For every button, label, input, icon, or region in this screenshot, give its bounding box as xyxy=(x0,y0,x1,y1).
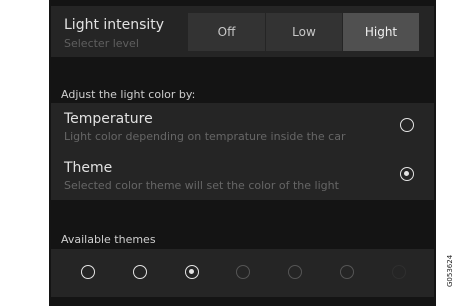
color-section-heading: Adjust the light color by: xyxy=(61,88,196,101)
themes-card xyxy=(51,249,434,297)
intensity-low-button[interactable]: Low xyxy=(266,13,342,51)
light-intensity-subtitle: Selecter level xyxy=(64,37,139,50)
image-code: G053624 xyxy=(446,254,454,288)
theme-option[interactable]: Theme Selected color theme will set the … xyxy=(51,152,434,200)
theme-radio[interactable] xyxy=(400,167,414,181)
temperature-option-title: Temperature xyxy=(64,111,153,127)
color-mode-card: Temperature Light color depending on tem… xyxy=(51,103,434,200)
theme-radio-5[interactable] xyxy=(288,265,302,279)
intensity-hight-button[interactable]: Hight xyxy=(343,13,419,51)
theme-radio-7[interactable] xyxy=(392,265,406,279)
themes-heading: Available themes xyxy=(61,233,156,246)
temperature-option[interactable]: Temperature Light color depending on tem… xyxy=(51,103,434,151)
theme-option-title: Theme xyxy=(64,160,113,176)
theme-radio-2[interactable] xyxy=(133,265,147,279)
light-intensity-title: Light intensity xyxy=(64,17,165,33)
light-intensity-card: Light intensity Selecter level Off Low H… xyxy=(51,6,434,57)
theme-radio-3[interactable] xyxy=(185,265,199,279)
theme-radio-6[interactable] xyxy=(340,265,354,279)
intensity-off-button[interactable]: Off xyxy=(188,13,265,51)
theme-radio-4[interactable] xyxy=(236,265,250,279)
temperature-radio[interactable] xyxy=(400,118,414,132)
temperature-option-subtitle: Light color depending on temprature insi… xyxy=(64,130,346,143)
theme-radio-1[interactable] xyxy=(81,265,95,279)
settings-screen: Light intensity Selecter level Off Low H… xyxy=(49,0,436,306)
theme-option-subtitle: Selected color theme will set the color … xyxy=(64,179,339,192)
